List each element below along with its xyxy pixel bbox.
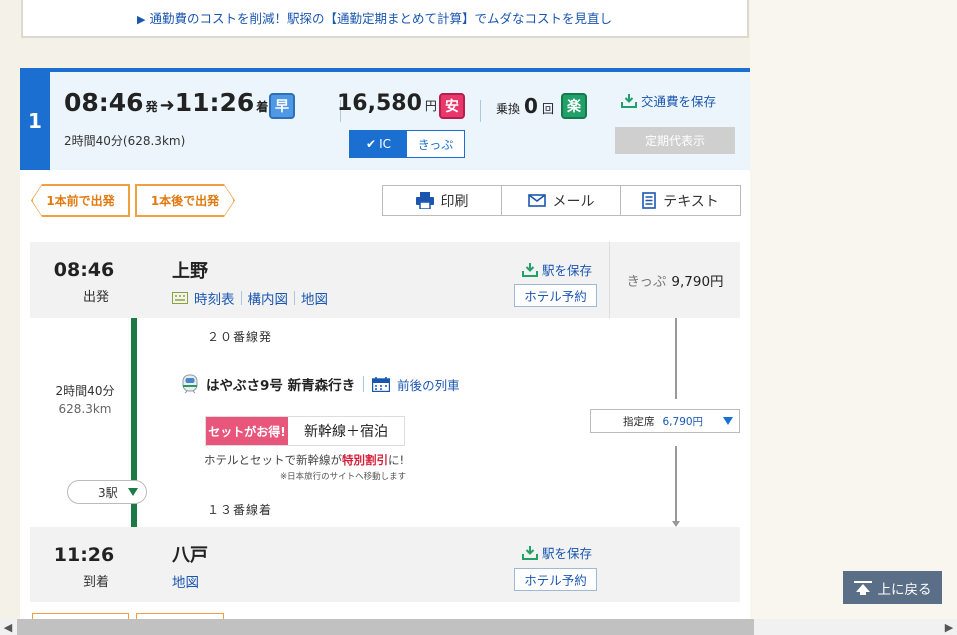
arrival-station-links: 地図 <box>172 571 199 591</box>
page-side-background <box>750 0 957 635</box>
depart-time: 08:46 <box>64 88 144 117</box>
area-map-link[interactable]: 地図 <box>301 288 328 308</box>
envelope-icon <box>527 194 546 207</box>
ticket-fare-cell: きっぷ 9,790円 <box>609 242 740 318</box>
easiest-badge: 楽 <box>561 93 587 119</box>
fare-ic-tab[interactable]: ✔ IC <box>350 131 407 157</box>
calendar-icon <box>372 376 391 392</box>
segment-distance: 628.3km <box>58 402 112 416</box>
triangle-down-icon <box>723 417 733 425</box>
timetable-icon <box>172 292 188 304</box>
download-icon <box>522 545 538 560</box>
station-map-link[interactable]: 構内図 <box>248 288 289 308</box>
arrival-time: 11:26 <box>53 544 115 566</box>
fastest-badge: 早 <box>269 93 295 119</box>
document-icon <box>642 192 657 209</box>
text-button[interactable]: テキスト <box>621 186 740 215</box>
transfer-count: 乗換 0 回 <box>496 94 554 118</box>
route-fare: 16,580 円 <box>337 91 437 116</box>
promo-tag: セットがお得! <box>206 417 288 445</box>
scroll-right-icon[interactable]: ▶ <box>941 619 957 635</box>
output-buttons: 印刷 メール テキスト <box>382 185 741 216</box>
print-button[interactable]: 印刷 <box>383 186 502 215</box>
segment-duration: 2時間40分 <box>55 384 115 398</box>
arrival-station: 11:26 到着 八戸 地図 駅を保存 ホテル予約 <box>30 527 740 602</box>
adjacent-trains-link[interactable]: 前後の列車 <box>372 375 460 394</box>
departure-label: 出発 <box>82 290 109 305</box>
scroll-left-icon[interactable]: ◀ <box>0 619 16 635</box>
shinkansen-icon <box>182 374 198 394</box>
horizontal-scrollbar-thumb[interactable] <box>17 619 754 635</box>
download-icon <box>522 262 538 277</box>
download-icon <box>621 93 637 108</box>
arrow-up-to-top-icon <box>853 580 872 595</box>
hotel-set-promo-banner[interactable]: セットがお得! 新幹線＋宿泊 <box>205 416 405 446</box>
printer-icon <box>415 192 434 209</box>
seat-type-select[interactable]: 指定席 6,790円 <box>590 409 740 433</box>
fare-type-toggle: ✔ IC きっぷ <box>349 130 465 158</box>
intermediate-stops-toggle[interactable]: 3駅 <box>67 480 147 504</box>
arrival-hotel-button[interactable]: ホテル予約 <box>514 568 597 591</box>
arrive-time: 11:26 <box>174 88 255 117</box>
back-to-top-button[interactable]: 上に戻る <box>843 571 942 604</box>
route-times: 08:46 発 ➜11:26 着 <box>64 88 269 117</box>
promo-text: 新幹線＋宿泊 <box>288 417 404 445</box>
check-icon: ✔ <box>366 137 377 151</box>
divider <box>480 100 481 122</box>
route-summary: 08:46 発 ➜11:26 着 2時間40分(628.3km) 早 16,580 円 … <box>50 72 750 170</box>
play-triangle-icon: ▶ <box>137 13 146 26</box>
fare-ticket-tab[interactable]: きっぷ <box>407 131 464 157</box>
commute-notice-link[interactable]: ▶ 通勤費のコストを削減！駅探の【通勤定期まとめて計算】でムダなコストを見直し <box>137 8 612 27</box>
departure-station-name[interactable]: 上野 <box>172 257 208 283</box>
arrival-platform: １３番線着 <box>207 503 273 517</box>
prev-train-button[interactable]: 1本前で出発 <box>32 185 129 216</box>
route-number: 1 <box>20 72 50 170</box>
save-departure-station-link[interactable]: 駅を保存 <box>522 260 592 279</box>
route-duration: 2時間40分(628.3km) <box>64 134 186 148</box>
timetable-link[interactable]: 時刻表 <box>194 288 235 308</box>
commuter-pass-button[interactable]: 定期代表示 <box>615 127 735 154</box>
arrival-station-name[interactable]: 八戸 <box>172 541 208 567</box>
departure-hotel-button[interactable]: ホテル予約 <box>514 284 597 307</box>
arrow-right-icon: ➜ <box>159 95 175 116</box>
train-name: はやぶさ9号 新青森行き <box>206 378 356 394</box>
fare-range-line <box>675 446 677 522</box>
departure-platform: ２０番線発 <box>207 330 273 344</box>
commute-notice-box: ▶ 通勤費のコストを削減！駅探の【通勤定期まとめて計算】でムダなコストを見直し <box>21 0 749 38</box>
area-map-link[interactable]: 地図 <box>172 571 199 591</box>
next-train-button[interactable]: 1本後で出発 <box>136 185 234 216</box>
departure-time: 08:46 <box>53 259 115 281</box>
arrival-label: 到着 <box>82 575 109 590</box>
train-info: はやぶさ9号 新青森行き 前後の列車 <box>180 374 460 394</box>
departure-station-links: 時刻表 構内図 地図 <box>172 288 328 308</box>
mail-button[interactable]: メール <box>502 186 621 215</box>
fare-range-line <box>675 318 677 399</box>
departure-station: 08:46 出発 上野 時刻表 構内図 地図 駅を保存 ホテル予約 きっぷ 9,7… <box>30 242 740 318</box>
triangle-down-icon <box>128 488 138 496</box>
promo-description: ホテルとセットで新幹線が特別割引に! <box>204 453 405 467</box>
cheapest-badge: 安 <box>439 93 465 119</box>
promo-note: ※日本旅行のサイトへ移動します <box>280 472 407 482</box>
save-fare-link[interactable]: 交通費を保存 <box>621 91 716 110</box>
route-card: 1 08:46 発 ➜11:26 着 2時間40分(628.3km) 早 16,580… <box>20 68 750 635</box>
save-arrival-station-link[interactable]: 駅を保存 <box>522 543 592 562</box>
